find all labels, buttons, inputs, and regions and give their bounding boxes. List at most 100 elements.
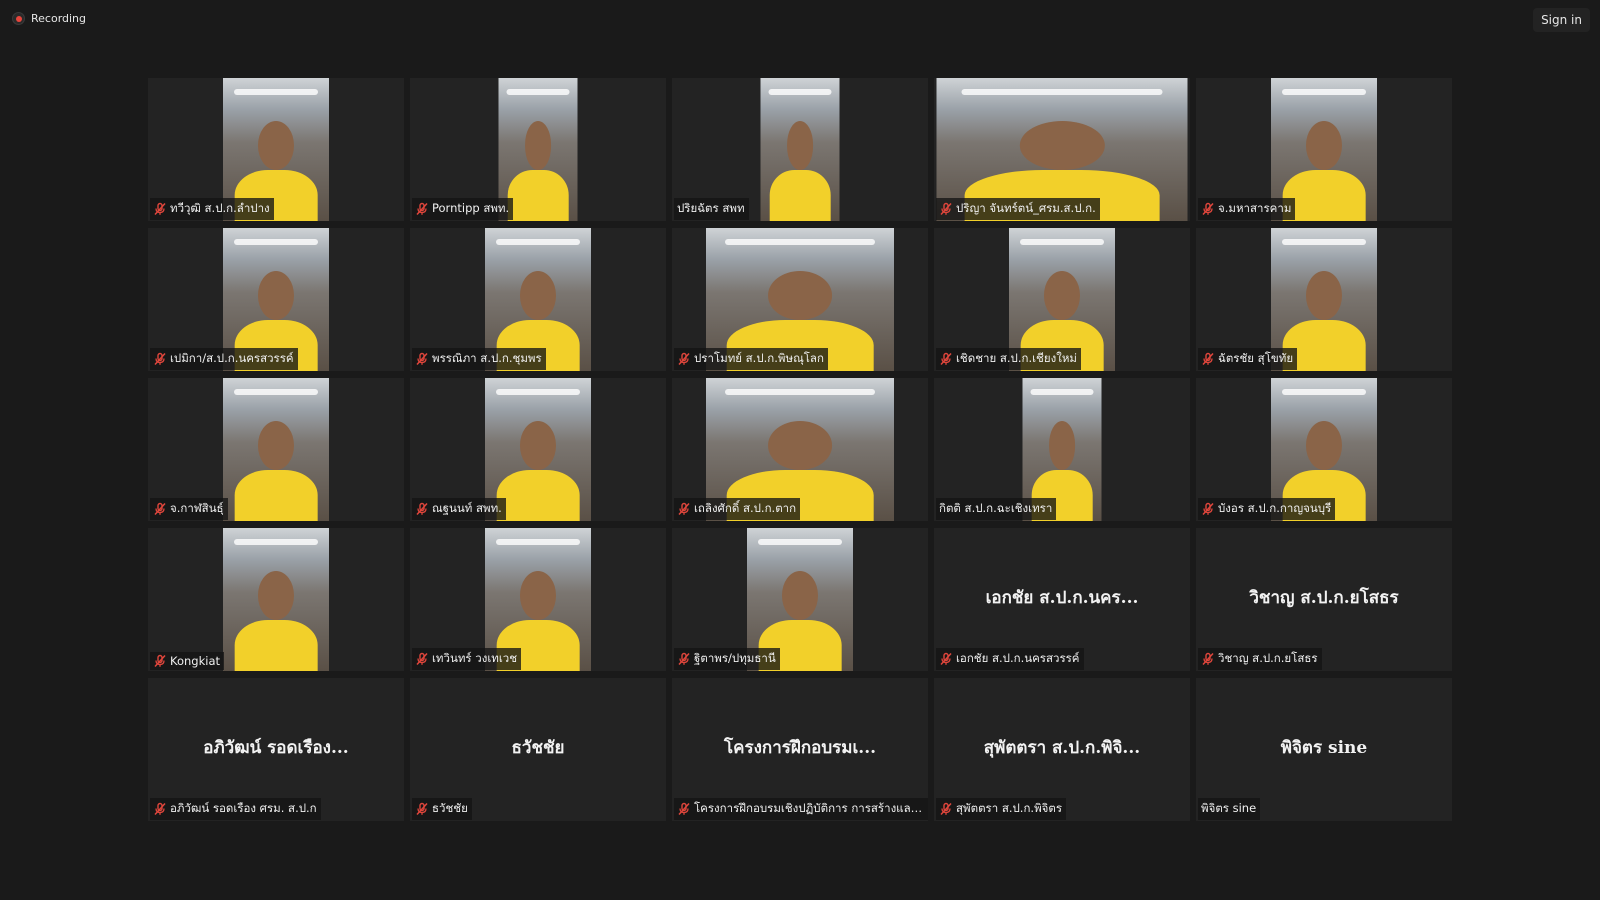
participant-name-label: กิตติ ส.ป.ก.ฉะเชิงเทรา xyxy=(936,498,1057,520)
participant-name: อภิวัฒน์ รอดเรือง ศรม. ส.ป.ก xyxy=(170,801,317,815)
mic-muted-icon xyxy=(677,502,691,516)
participant-tile[interactable]: เทวินทร์ วงเทเวช xyxy=(410,528,666,671)
participant-head xyxy=(1305,120,1343,170)
mic-muted-icon xyxy=(1201,352,1215,366)
participant-head xyxy=(257,120,295,170)
participant-name: ปริยฉัตร สพท xyxy=(677,201,745,215)
participant-name-label: Porntipp สพท. xyxy=(412,198,514,220)
recording-icon xyxy=(12,12,25,25)
participant-name: จ.มหาสารคาม xyxy=(1218,201,1292,215)
participant-tile[interactable]: โครงการฝึกอบรมเ... โครงการฝึกอบรมเชิงปฏิบ… xyxy=(672,678,928,821)
participant-tile[interactable]: ปราโมทย์ ส.ป.ก.พิษณุโลก xyxy=(672,228,928,371)
participant-tile[interactable]: Kongkiat xyxy=(148,528,404,671)
participant-tile[interactable]: Porntipp สพท. xyxy=(410,78,666,221)
participant-shirt xyxy=(507,169,569,221)
participant-shirt xyxy=(769,169,831,221)
participant-tile[interactable]: เถลิงศักดิ์ ส.ป.ก.ตาก xyxy=(672,378,928,521)
participant-name: จ.กาฬสินธุ์ xyxy=(170,501,224,515)
mic-muted-icon xyxy=(153,202,167,216)
participant-name: เปมิกา/ส.ป.ก.นครสวรรค์ xyxy=(170,351,294,365)
mic-muted-icon xyxy=(939,352,953,366)
participant-name-label: ปริยฉัตร สพท xyxy=(674,198,749,220)
participant-name: สุพัตตรา ส.ป.ก.พิจิตร xyxy=(956,801,1063,815)
participant-name: โครงการฝึกอบรมเชิงปฏิบัติการ การสร้างและ… xyxy=(694,801,927,815)
participant-tile[interactable]: อภิวัฒน์ รอดเรือง... อภิวัฒน์ รอดเรือง ศร… xyxy=(148,678,404,821)
participant-name-label: เถลิงศักดิ์ ส.ป.ก.ตาก xyxy=(674,498,801,520)
mic-muted-icon xyxy=(1201,202,1215,216)
participant-tile[interactable]: พรรณิภา ส.ป.ก.ชุมพร xyxy=(410,228,666,371)
participant-name: บังอร ส.ป.ก.กาญจนบุรี xyxy=(1218,501,1332,515)
participant-tile[interactable]: กิตติ ส.ป.ก.ฉะเชิงเทรา xyxy=(934,378,1190,521)
participant-head xyxy=(1019,120,1105,170)
participant-name: พิจิตร sine xyxy=(1201,801,1257,815)
participant-tile[interactable]: จ.มหาสารคาม xyxy=(1196,78,1452,221)
participant-name-label: เทวินทร์ วงเทเวช xyxy=(412,648,522,670)
participant-tile[interactable]: เชิดชาย ส.ป.ก.เชียงใหม่ xyxy=(934,228,1190,371)
participant-name-label: ปราโมทย์ ส.ป.ก.พิษณุโลก xyxy=(674,348,828,370)
participant-shirt xyxy=(234,469,318,521)
participant-display-name: ธวัชชัย xyxy=(511,738,565,758)
mic-muted-icon xyxy=(415,502,429,516)
recording-indicator[interactable]: Recording xyxy=(12,12,86,25)
participant-tile[interactable]: ปริญา จันทร์ตน์_ศรม.ส.ป.ก. xyxy=(934,78,1190,221)
sign-in-button[interactable]: Sign in xyxy=(1533,8,1590,32)
participant-name: ธวัชชัย xyxy=(432,801,468,815)
participant-name: ฐิตาพร/ปทุมธานี xyxy=(694,651,776,665)
participant-name-label: เปมิกา/ส.ป.ก.นครสวรรค์ xyxy=(150,348,298,370)
participant-name-label: วิชาญ ส.ป.ก.ยโสธร xyxy=(1198,648,1322,670)
participant-tile[interactable]: ฉัตรชัย สุโขทัย xyxy=(1196,228,1452,371)
participant-tile[interactable]: บังอร ส.ป.ก.กาญจนบุรี xyxy=(1196,378,1452,521)
participant-name-label: เอกชัย ส.ป.ก.นครสวรรค์ xyxy=(936,648,1084,670)
participant-tile[interactable]: พิจิตร sine พิจิตร sine xyxy=(1196,678,1452,821)
participant-name: กิตติ ส.ป.ก.ฉะเชิงเทรา xyxy=(939,501,1053,515)
participant-tile[interactable]: ฐิตาพร/ปทุมธานี xyxy=(672,528,928,671)
participant-name-label: โครงการฝึกอบรมเชิงปฏิบัติการ การสร้างและ… xyxy=(674,798,928,820)
participant-tile[interactable]: สุพัตตรา ส.ป.ก.พิจิ... สุพัตตรา ส.ป.ก.พิจ… xyxy=(934,678,1190,821)
participant-name: Kongkiat xyxy=(170,654,221,668)
participant-head xyxy=(1305,270,1343,320)
participant-name: เทวินทร์ วงเทเวช xyxy=(432,651,518,665)
participant-name-label: Kongkiat xyxy=(150,652,225,670)
participant-name: ปริญา จันทร์ตน์_ศรม.ส.ป.ก. xyxy=(956,201,1096,215)
participant-video xyxy=(223,528,329,671)
participant-name: Porntipp สพท. xyxy=(432,201,510,215)
participant-name-label: จ.กาฬสินธุ์ xyxy=(150,498,228,520)
participant-name: ทวีวุฒิ ส.ป.ก.ลำปาง xyxy=(170,201,270,215)
mic-muted-icon xyxy=(153,502,167,516)
participant-tile[interactable]: เอกชัย ส.ป.ก.นคร... เอกชัย ส.ป.ก.นครสวรรค… xyxy=(934,528,1190,671)
participant-head xyxy=(768,270,832,320)
participant-tile[interactable]: ธวัชชัย ธวัชชัย xyxy=(410,678,666,821)
participant-tile[interactable]: ทวีวุฒิ ส.ป.ก.ลำปาง xyxy=(148,78,404,221)
participant-head xyxy=(1043,270,1081,320)
participant-name-label: พรรณิภา ส.ป.ก.ชุมพร xyxy=(412,348,546,370)
participant-tile[interactable]: ปริยฉัตร สพท xyxy=(672,78,928,221)
mic-muted-icon xyxy=(939,652,953,666)
participant-head xyxy=(519,570,557,620)
participant-name-label: ธวัชชัย xyxy=(412,798,472,820)
participant-name-label: บังอร ส.ป.ก.กาญจนบุรี xyxy=(1198,498,1336,520)
participant-tile[interactable]: วิชาญ ส.ป.ก.ยโสธร วิชาญ ส.ป.ก.ยโสธร xyxy=(1196,528,1452,671)
participant-name-label: พิจิตร sine xyxy=(1198,798,1261,820)
participant-tile[interactable]: เปมิกา/ส.ป.ก.นครสวรรค์ xyxy=(148,228,404,371)
participant-video xyxy=(760,78,840,221)
participant-name-label: จ.มหาสารคาม xyxy=(1198,198,1296,220)
mic-muted-icon xyxy=(153,654,167,668)
participant-name: เชิดชาย ส.ป.ก.เชียงใหม่ xyxy=(956,351,1077,365)
top-bar: Recording Sign in xyxy=(0,0,1600,40)
participant-tile[interactable]: ณฐนนท์ สพท. xyxy=(410,378,666,521)
participant-head xyxy=(519,420,557,470)
participant-head xyxy=(524,120,552,170)
participant-display-name: วิชาญ ส.ป.ก.ยโสธร xyxy=(1249,588,1399,608)
participant-name: วิชาญ ส.ป.ก.ยโสธร xyxy=(1218,651,1318,665)
participant-name: ปราโมทย์ ส.ป.ก.พิษณุโลก xyxy=(694,351,824,365)
participant-display-name: โครงการฝึกอบรมเ... xyxy=(723,738,877,758)
participant-head xyxy=(786,120,814,170)
participant-shirt xyxy=(234,619,318,671)
participant-head xyxy=(768,420,832,470)
recording-label: Recording xyxy=(31,12,87,25)
participant-tile[interactable]: จ.กาฬสินธุ์ xyxy=(148,378,404,521)
mic-muted-icon xyxy=(939,202,953,216)
participant-grid: ทวีวุฒิ ส.ป.ก.ลำปาง Porntipp สพท. ปริยฉัตร… xyxy=(148,78,1455,821)
participant-display-name: เอกชัย ส.ป.ก.นคร... xyxy=(985,588,1139,608)
participant-name: ณฐนนท์ สพท. xyxy=(432,501,502,515)
